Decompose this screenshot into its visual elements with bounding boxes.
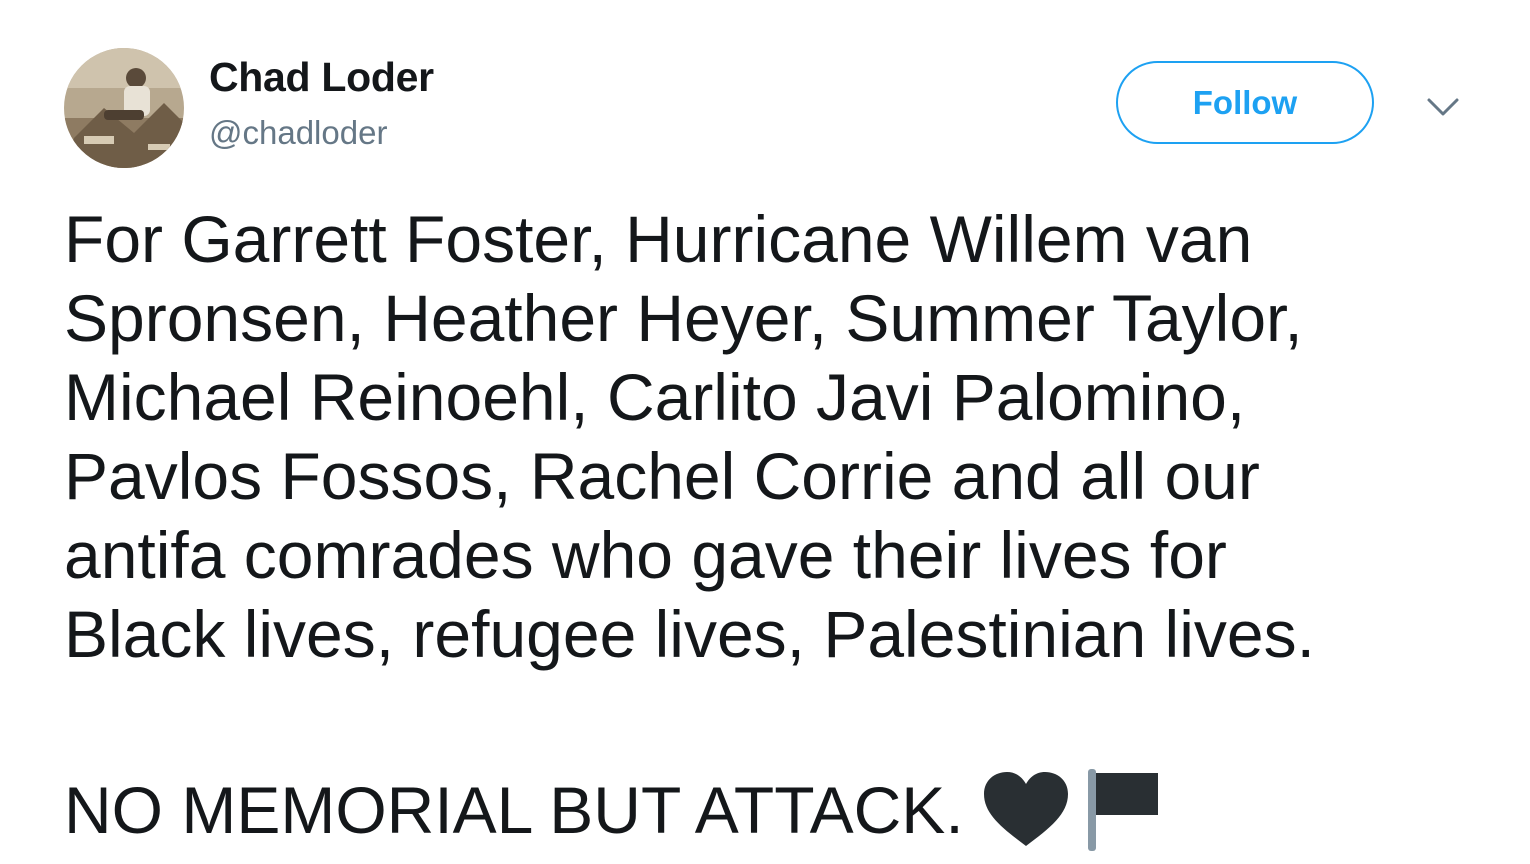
tweet-slogan: NO MEMORIAL BUT ATTACK. (64, 773, 964, 847)
tweet-text-line: Spronsen, Heather Heyer, Summer Taylor, (64, 281, 1303, 355)
tweet-text-line: Pavlos Fossos, Rachel Corrie and all our (64, 439, 1260, 513)
user-handle[interactable]: @chadloder (209, 114, 387, 152)
display-name[interactable]: Chad Loder (209, 54, 434, 101)
avatar-photo (64, 48, 184, 168)
tweet-text: For Garrett Foster, Hurricane Willem van… (64, 200, 1504, 674)
tweet-slogan-row: NO MEMORIAL BUT ATTACK. (64, 764, 1164, 856)
tweet-text-line: Michael Reinoehl, Carlito Javi Palomino, (64, 360, 1246, 434)
avatar[interactable] (64, 48, 184, 168)
chevron-down-icon[interactable] (1423, 92, 1463, 120)
black-flag-icon (1084, 767, 1164, 853)
black-heart-icon (982, 770, 1070, 850)
tweet-text-line: Black lives, refugee lives, Palestinian … (64, 597, 1315, 671)
tweet-text-line: For Garrett Foster, Hurricane Willem van (64, 202, 1253, 276)
follow-button[interactable]: Follow (1116, 61, 1374, 144)
tweet-text-line: antifa comrades who gave their lives for (64, 518, 1227, 592)
